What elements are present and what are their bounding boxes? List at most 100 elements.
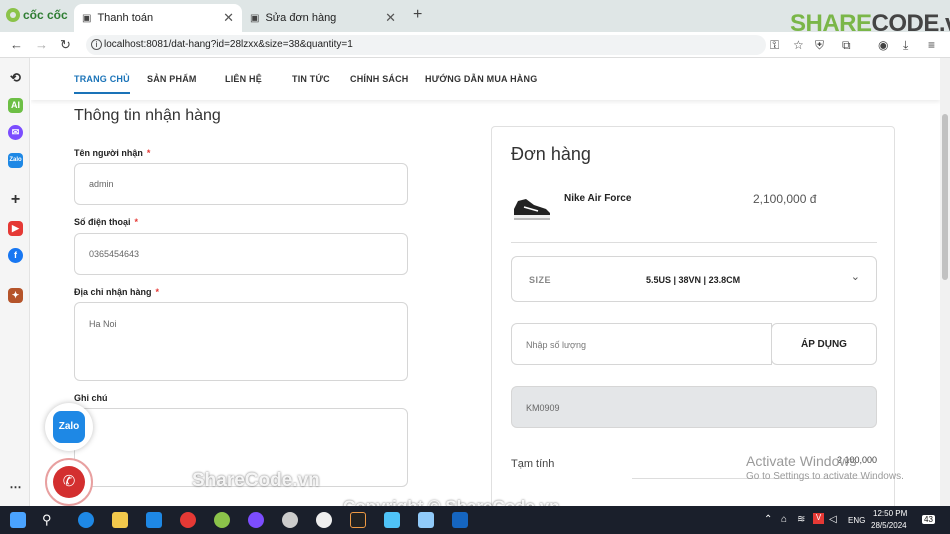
history-icon[interactable]: ⟲ (8, 70, 23, 85)
tray-chevron-icon[interactable]: ⌃ (764, 514, 772, 525)
activate-windows-notice: Activate Windows Go to Settings to activ… (746, 453, 904, 482)
vscode-icon[interactable] (384, 512, 400, 528)
browser-window: cốc cốc ▣ Thanh toán ✕ ▣ Sửa đơn hàng ✕ … (0, 0, 950, 534)
phone-label-text: Số điện thoại (74, 217, 131, 227)
zalo-taskbar-icon[interactable] (146, 512, 162, 528)
tab-bar: cốc cốc ▣ Thanh toán ✕ ▣ Sửa đơn hàng ✕ … (0, 0, 950, 37)
coccoc-logo[interactable]: cốc cốc (6, 8, 68, 22)
notification-badge[interactable]: 43 (922, 515, 935, 524)
address-bar: ← → ↻ i localhost:8081/dat-hang?id=28lzx… (0, 32, 950, 58)
phone-value: 0365454643 (89, 249, 140, 259)
info-icon[interactable]: i (91, 39, 102, 50)
phone-label: Số điện thoại * (74, 217, 138, 227)
quantity-input[interactable]: Nhập số lượng (511, 323, 772, 365)
vietkey-icon[interactable]: V (813, 513, 824, 524)
taskbar: ⚲ ⌃ ⌂ ≋ V ◁ ENG 12:50 PM 28/5/2024 43 (0, 506, 950, 534)
address-field[interactable]: Ha Noi (74, 302, 408, 381)
network-icon[interactable]: ⌂ (781, 514, 787, 525)
download-icon[interactable]: ⤓ (903, 38, 908, 53)
key-icon[interactable]: ⚿ (770, 38, 779, 53)
nav-contact[interactable]: LIÊN HỆ (225, 74, 262, 84)
product-image (514, 199, 550, 220)
page-icon: ▣ (82, 12, 92, 24)
chrome-icon[interactable] (180, 512, 196, 528)
phone-field[interactable]: 0365454643 (74, 233, 408, 275)
tab-edit-order[interactable]: ▣ Sửa đơn hàng ✕ (242, 4, 404, 32)
call-button[interactable]: ✆ (45, 458, 93, 506)
app2-icon[interactable] (418, 512, 434, 528)
chevron-down-icon: ⌄ (850, 271, 860, 283)
zalo-label: Zalo (53, 411, 85, 443)
divider (511, 242, 877, 243)
nav-products[interactable]: SẢN PHẨM (147, 74, 197, 84)
size-select[interactable]: SIZE 5.5US | 38VN | 23.8CM ⌄ (511, 256, 877, 302)
page-icon: ▣ (250, 12, 260, 24)
nav-policy[interactable]: CHÍNH SÁCH (350, 74, 409, 84)
clock-date[interactable]: 28/5/2024 (871, 521, 907, 530)
promo-code-field[interactable]: KM0909 (511, 386, 877, 428)
language-indicator[interactable]: ENG (848, 516, 865, 525)
extensions-icon[interactable]: ⧉ (842, 38, 851, 53)
app3-icon[interactable] (452, 512, 468, 528)
name-label: Tên người nhận * (74, 148, 150, 158)
nav-home[interactable]: TRANG CHỦ (74, 74, 130, 94)
youtube-icon[interactable]: ▶ (8, 221, 23, 236)
shield-icon[interactable]: ⛨ (815, 38, 824, 53)
phone-icon: ✆ (53, 466, 85, 498)
zalo-icon[interactable]: Zalo (8, 153, 23, 168)
intellij-icon[interactable] (350, 512, 366, 528)
messenger-taskbar-icon[interactable] (248, 512, 264, 528)
tab-close-icon[interactable]: ✕ (385, 10, 396, 26)
coccoc-logo-icon (6, 8, 20, 22)
wifi-icon[interactable]: ≋ (797, 514, 805, 525)
coccoc-taskbar-icon[interactable] (214, 512, 230, 528)
apply-button[interactable]: ÁP DỤNG (771, 323, 877, 365)
volume-icon[interactable]: ◁ (829, 514, 837, 525)
nav-guide[interactable]: HƯỚNG DẪN MUA HÀNG (425, 74, 537, 84)
new-tab-button[interactable]: + (413, 6, 422, 24)
search-icon[interactable]: ⚲ (42, 512, 58, 528)
windows-start-icon[interactable] (10, 512, 26, 528)
scrollbar-thumb[interactable] (942, 114, 948, 280)
game-icon[interactable]: ✦ (8, 288, 23, 303)
brand-name: cốc cốc (23, 8, 68, 22)
page-scrollbar[interactable] (940, 58, 950, 506)
name-label-text: Tên người nhận (74, 148, 143, 158)
edge-icon[interactable] (78, 512, 94, 528)
file-explorer-icon[interactable] (112, 512, 128, 528)
zalo-chat-button[interactable]: Zalo (45, 403, 93, 451)
facebook-icon[interactable]: f (8, 248, 23, 263)
reload-icon[interactable]: ↻ (60, 37, 71, 53)
address-label-text: Địa chỉ nhận hàng (74, 287, 152, 297)
forward-icon[interactable]: → (35, 37, 48, 52)
product-price: 2,100,000 đ (753, 192, 817, 206)
url-text: localhost:8081/dat-hang?id=28lzxx&size=3… (104, 39, 353, 50)
menu-icon[interactable]: ≡ (928, 38, 935, 52)
tab-checkout[interactable]: ▣ Thanh toán ✕ (74, 4, 242, 32)
back-icon[interactable]: ← (10, 37, 23, 52)
site-nav: TRANG CHỦ SẢN PHẨM LIÊN HỆ TIN TỨC CHÍNH… (31, 58, 940, 100)
subtotal-label: Tạm tính (511, 458, 555, 470)
size-value: 5.5US | 38VN | 23.8CM (646, 275, 741, 285)
messenger-icon[interactable]: ✉ (8, 125, 23, 140)
github-icon[interactable] (316, 512, 332, 528)
tab-close-icon[interactable]: ✕ (223, 10, 234, 26)
ai-icon[interactable]: AI (8, 98, 23, 113)
required-mark: * (146, 148, 151, 158)
more-icon[interactable]: ⋯ (8, 480, 23, 495)
nav-news[interactable]: TIN TỨC (292, 74, 330, 84)
app-icon[interactable] (282, 512, 298, 528)
activate-title: Activate Windows (746, 453, 857, 469)
address-label: Địa chỉ nhận hàng * (74, 287, 159, 297)
required-mark: * (134, 217, 139, 227)
clock-time[interactable]: 12:50 PM (873, 509, 907, 518)
product-name: Nike Air Force (564, 193, 632, 204)
address-value: Ha Noi (89, 319, 117, 329)
bookmark-star-icon[interactable]: ☆ (793, 38, 804, 52)
url-field[interactable]: i localhost:8081/dat-hang?id=28lzxx&size… (86, 35, 766, 55)
add-icon[interactable]: + (8, 192, 23, 208)
profile-icon[interactable]: ◉ (878, 38, 888, 52)
tab-label: Thanh toán (97, 12, 154, 24)
note-label: Ghi chú (74, 393, 108, 403)
name-field[interactable]: admin (74, 163, 408, 205)
